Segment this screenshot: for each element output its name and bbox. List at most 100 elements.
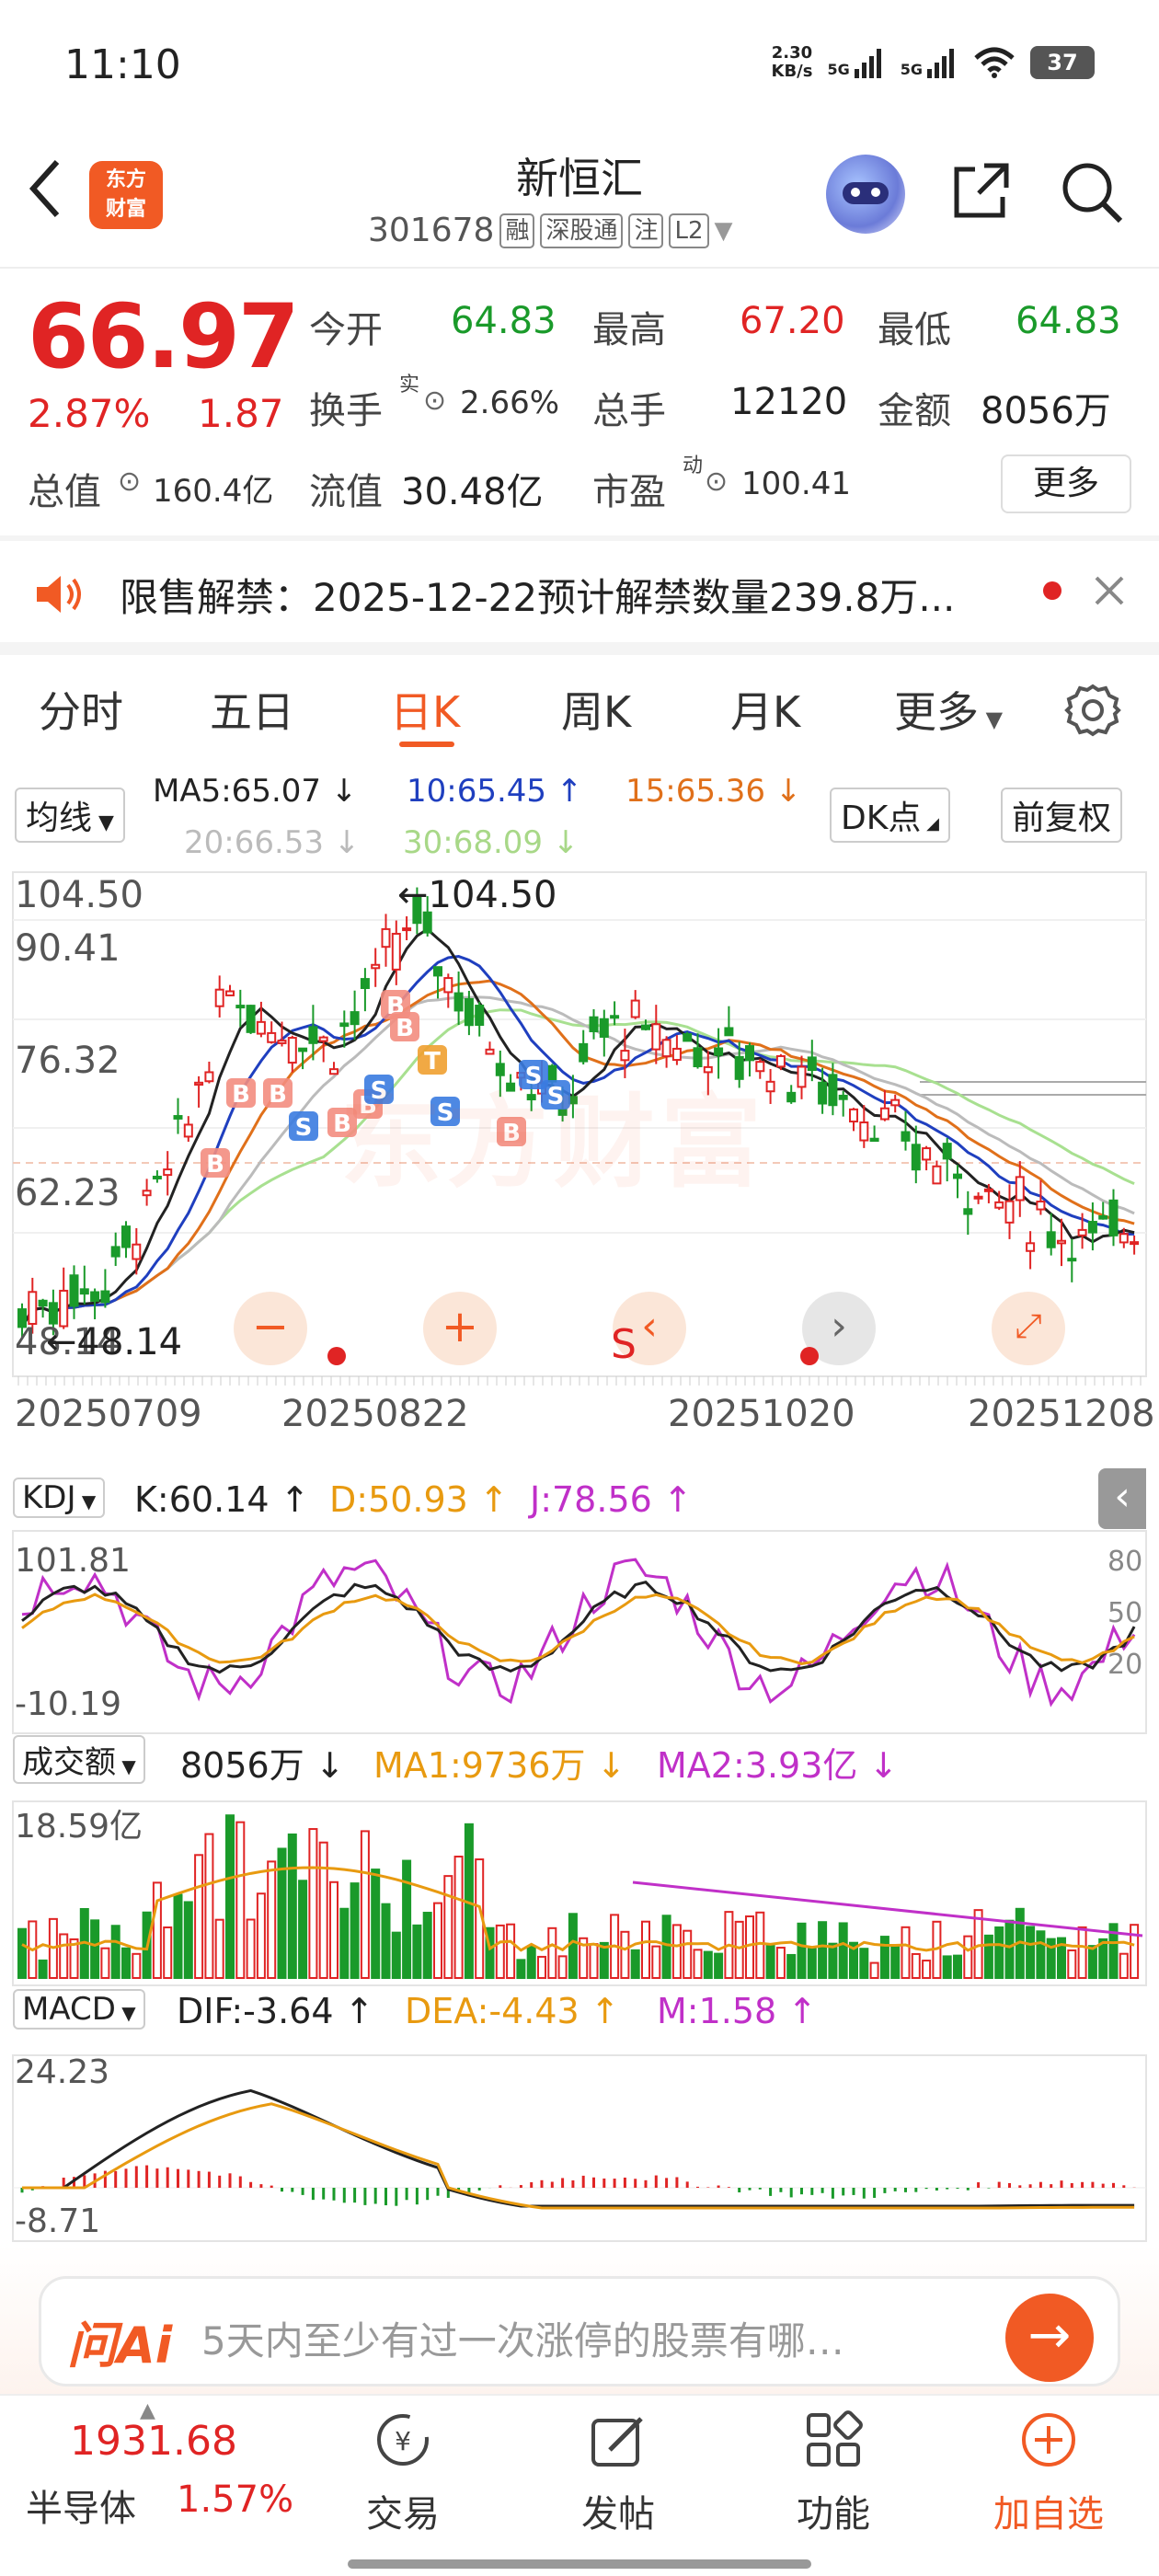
- volume-bar: [755, 1911, 765, 1980]
- tab-more[interactable]: 更多 ▼: [894, 679, 1003, 740]
- volume-select[interactable]: 成交额 ▼: [13, 1735, 145, 1784]
- volume-bar: [1087, 1945, 1097, 1979]
- volume-bar: [911, 1952, 921, 1980]
- y-label-3: 76.32: [15, 1040, 120, 1082]
- volume-bar: [318, 1841, 328, 1979]
- nav-trade[interactable]: ¥ 交易: [329, 2396, 476, 2537]
- index-name: 半导体: [26, 2488, 136, 2530]
- tab-daily-k[interactable]: 日K: [390, 679, 460, 740]
- candle-body: [775, 1054, 786, 1068]
- ma-select[interactable]: 均线 ▼: [15, 788, 125, 843]
- candle-body: [1046, 1231, 1056, 1248]
- macd-dea: DEA:-4.43 ↑: [405, 1991, 620, 2031]
- volume-bar: [714, 1952, 724, 1980]
- info-icon[interactable]: ⊙: [118, 466, 141, 498]
- share-icon[interactable]: [947, 158, 1014, 224]
- adjust-button[interactable]: 前复权: [1001, 788, 1123, 843]
- chevron-down-icon: ▼: [714, 216, 733, 245]
- ai-robot-avatar[interactable]: [826, 155, 905, 234]
- candle-body: [287, 1037, 297, 1064]
- candle-body: [1077, 1228, 1087, 1236]
- stock-code-row[interactable]: 301678 融 深股通 注 L2 ▼: [368, 212, 733, 249]
- open-label: 今开: [309, 309, 383, 351]
- kdj-d: D:50.93 ↑: [329, 1479, 509, 1520]
- macd-dea-line: [22, 2102, 1135, 2210]
- info-icon[interactable]: ⊙: [705, 466, 728, 498]
- volume-bar: [350, 1882, 360, 1979]
- fullscreen-icon[interactable]: ⤢: [992, 1292, 1065, 1365]
- high-label: 最高: [592, 309, 666, 351]
- unread-dot: [1043, 581, 1061, 600]
- amount-value: 8056万: [981, 390, 1111, 432]
- gear-icon[interactable]: [1063, 681, 1122, 740]
- candle-body: [79, 1288, 89, 1295]
- candle-body: [953, 1173, 962, 1179]
- volume-bar: [869, 1961, 879, 1980]
- collapse-panel-button[interactable]: ‹: [1098, 1468, 1146, 1529]
- index-value[interactable]: 1931.68: [70, 2418, 237, 2465]
- signal-icon: 5G: [827, 47, 885, 78]
- candle-body: [869, 1137, 879, 1143]
- volume-bar: [1036, 1930, 1046, 1979]
- candle-body: [464, 997, 474, 1027]
- volume-bar: [671, 1924, 682, 1980]
- tab-weekly-k[interactable]: 周K: [561, 679, 631, 740]
- nav-add-watchlist[interactable]: 加自选: [975, 2396, 1122, 2537]
- stock-code: 301678: [368, 212, 495, 249]
- tab-five-day[interactable]: 五日: [210, 679, 294, 740]
- tab-monthly-k[interactable]: 月K: [730, 679, 800, 740]
- dk-point-button[interactable]: DK点 ◢: [830, 788, 950, 843]
- nav-functions[interactable]: 功能: [760, 2396, 907, 2537]
- volume-bar: [371, 1869, 381, 1979]
- search-icon[interactable]: [1058, 158, 1124, 224]
- trade-icon: ¥: [377, 2414, 429, 2466]
- high-value: 67.20: [740, 300, 845, 342]
- kdj-j: J:78.56 ↑: [530, 1479, 693, 1520]
- zoom-in-button[interactable]: +: [423, 1292, 497, 1365]
- more-button[interactable]: 更多: [1001, 454, 1131, 513]
- tab-indicator: [399, 742, 454, 747]
- nav-post[interactable]: 发帖: [545, 2396, 692, 2537]
- volume-bar: [557, 1955, 568, 1979]
- candle-body: [100, 1290, 110, 1304]
- info-icon[interactable]: ⊙: [423, 385, 446, 417]
- date-label-2: 20250822: [281, 1393, 469, 1435]
- arrow-right-icon[interactable]: →: [1005, 2294, 1094, 2382]
- volume-bar: [1119, 1952, 1129, 1979]
- candle-body: [90, 1291, 100, 1302]
- kdj-ref-50: 50: [1107, 1597, 1143, 1629]
- tab-intraday[interactable]: 分时: [39, 679, 123, 740]
- volume-bar: [194, 1854, 204, 1980]
- volume-bar: [838, 1922, 848, 1980]
- macd-select[interactable]: MACD ▼: [13, 1989, 145, 2030]
- candle-body: [963, 1208, 973, 1215]
- candle-body: [235, 1005, 246, 1009]
- volume-bar: [901, 1926, 911, 1980]
- close-icon[interactable]: [1093, 574, 1126, 607]
- candle-body: [786, 1091, 797, 1103]
- tag-l2: L2: [669, 213, 709, 248]
- candle-body: [1119, 1233, 1129, 1244]
- ai-query-bar[interactable]: 问Ai 5天内至少有过一次涨停的股票有哪… →: [39, 2276, 1120, 2386]
- zoom-out-button[interactable]: −: [234, 1292, 307, 1365]
- candle-body: [818, 1081, 828, 1105]
- notice-bar[interactable]: 限售解禁：2025-12-22预计解禁数量239.8万...: [0, 541, 1159, 642]
- candle-body: [579, 1042, 589, 1063]
- macd-m: M:1.58 ↑: [657, 1991, 818, 2031]
- candle-body: [724, 1027, 734, 1037]
- candle-body: [901, 1131, 911, 1142]
- candle-body: [890, 1098, 901, 1107]
- mcap-label: 总值: [28, 471, 101, 513]
- candle-body: [28, 1291, 38, 1325]
- volume-bar: [942, 1955, 952, 1979]
- volume-bar: [630, 1949, 640, 1980]
- kdj-select[interactable]: KDJ ▼: [13, 1478, 106, 1518]
- candle-body: [225, 990, 235, 996]
- tag-connect: 深股通: [540, 213, 624, 248]
- kdj-y-bottom: -10.19: [15, 1685, 122, 1723]
- volume-bar: [402, 1859, 412, 1980]
- candle-body: [1067, 1258, 1077, 1262]
- bottom-nav: ▲ 1931.68 半导体 1.57% ¥ 交易 发帖 功能 加自选: [0, 2394, 1159, 2576]
- candle-body: [828, 1074, 838, 1107]
- red-dot: [327, 1347, 346, 1365]
